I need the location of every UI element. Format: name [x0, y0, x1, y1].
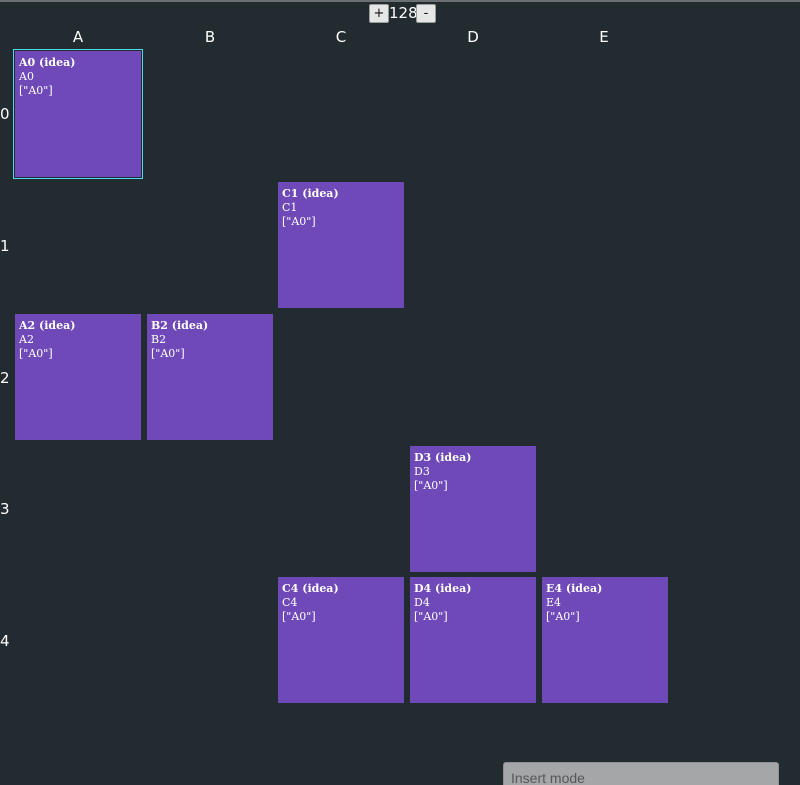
cell-content: A2	[19, 333, 34, 346]
cell-title: A0 (idea)	[19, 56, 76, 69]
cell-title: D4 (idea)	[414, 582, 472, 595]
grid-cell-c1[interactable]: C1 (idea) C1 ["A0"]	[278, 182, 404, 308]
mode-indicator: Insert mode	[503, 762, 779, 785]
cell-links: ["A0"]	[414, 479, 448, 492]
cell-content: A0	[19, 70, 34, 83]
row-header-0: 0	[0, 105, 10, 123]
row-header-2: 2	[0, 369, 10, 387]
cell-title: C1 (idea)	[282, 187, 339, 200]
cell-content: D3	[414, 465, 430, 478]
cell-content: C4	[282, 596, 298, 609]
cell-content: E4	[546, 596, 562, 609]
cell-links: ["A0"]	[546, 610, 580, 623]
grid-cell-e4[interactable]: E4 (idea) E4 ["A0"]	[542, 577, 668, 703]
cell-links: ["A0"]	[414, 610, 448, 623]
cell-title: C4 (idea)	[282, 582, 339, 595]
cell-title: E4 (idea)	[546, 582, 603, 595]
cell-title: D3 (idea)	[414, 451, 472, 464]
cell-title: B2 (idea)	[151, 319, 209, 332]
cell-links: ["A0"]	[282, 610, 316, 623]
cell-links: ["A0"]	[151, 347, 185, 360]
grid-cell-c4[interactable]: C4 (idea) C4 ["A0"]	[278, 577, 404, 703]
grid-cell-b2[interactable]: B2 (idea) B2 ["A0"]	[147, 314, 273, 440]
zoom-in-button[interactable]: +	[369, 4, 389, 23]
grid-cell-d4[interactable]: D4 (idea) D4 ["A0"]	[410, 577, 536, 703]
zoom-out-button[interactable]: -	[416, 4, 436, 23]
grid-cell-a0[interactable]: A0 (idea) A0 ["A0"]	[13, 49, 143, 179]
zoom-level: 128	[389, 4, 418, 22]
cell-content: D4	[414, 596, 430, 609]
grid-cell-a2[interactable]: A2 (idea) A2 ["A0"]	[15, 314, 141, 440]
top-divider	[0, 0, 800, 2]
grid-cell-d3[interactable]: D3 (idea) D3 ["A0"]	[410, 446, 536, 572]
cell-content: B2	[151, 333, 167, 346]
row-header-3: 3	[0, 500, 10, 518]
column-header-b: B	[204, 28, 216, 46]
row-header-4: 4	[0, 632, 10, 650]
cell-links: ["A0"]	[19, 347, 53, 360]
column-header-c: C	[335, 28, 347, 46]
cell-links: ["A0"]	[19, 84, 53, 97]
cell-title: A2 (idea)	[19, 319, 76, 332]
row-header-1: 1	[0, 237, 10, 255]
cell-content: C1	[282, 201, 298, 214]
column-header-e: E	[599, 28, 609, 46]
zoom-controls: + 128 -	[369, 4, 436, 23]
column-header-d: D	[467, 28, 479, 46]
column-header-a: A	[72, 28, 84, 46]
cell-links: ["A0"]	[282, 215, 316, 228]
